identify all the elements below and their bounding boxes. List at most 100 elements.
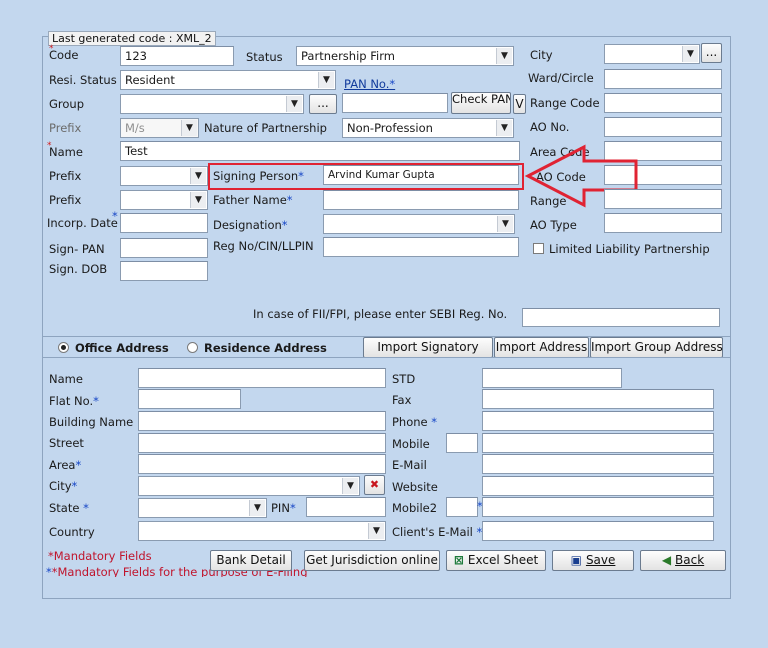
chevron-down-icon: ▼ — [249, 500, 265, 516]
flat-no-label: Flat No.* — [49, 394, 99, 408]
building-name-label: Building Name — [49, 415, 134, 429]
pan-label[interactable]: PAN No.* — [344, 77, 395, 91]
verify-pan-button[interactable]: V — [513, 94, 526, 114]
country-label: Country — [49, 525, 95, 539]
father-prefix-select[interactable]: ▼ — [120, 190, 208, 210]
phone-label: Phone * — [392, 415, 437, 429]
range-input[interactable] — [604, 189, 722, 209]
mobile2-code-input[interactable] — [446, 497, 478, 517]
flat-no-input[interactable] — [138, 389, 241, 409]
bank-detail-button[interactable]: Bank Detail — [210, 550, 292, 571]
range-label: Range — [530, 194, 567, 208]
ward-circle-label: Ward/Circle — [528, 71, 594, 85]
addr-name-label: Name — [49, 372, 83, 386]
range-code-input[interactable] — [604, 93, 722, 113]
chevron-down-icon: ▼ — [496, 120, 512, 136]
designation-label-text: Designation — [213, 218, 282, 232]
sebi-input[interactable] — [522, 308, 720, 327]
mobile-input[interactable] — [482, 433, 714, 453]
building-name-input[interactable] — [138, 411, 386, 431]
office-address-label[interactable]: Office Address — [75, 341, 169, 355]
client-email-input[interactable] — [482, 521, 714, 541]
reg-no-input[interactable] — [323, 237, 519, 257]
residence-address-radio[interactable] — [187, 342, 198, 353]
required-marker: * — [93, 394, 99, 408]
city-browse-button[interactable]: ... — [701, 43, 722, 63]
signing-prefix-select[interactable]: ▼ — [120, 166, 208, 186]
sign-pan-label: Sign- PAN — [49, 242, 105, 256]
prefix-select[interactable]: M/s ▼ — [120, 118, 199, 138]
area-label: Area* — [49, 458, 81, 472]
area-input[interactable] — [138, 454, 386, 474]
client-email-label: Client's E-Mail * — [392, 525, 482, 539]
mobile2-input[interactable] — [482, 497, 714, 517]
state-select[interactable]: ▼ — [138, 498, 267, 518]
status-select-value: Partnership Firm — [301, 49, 395, 63]
ao-type-input[interactable] — [604, 213, 722, 233]
country-select[interactable]: ▼ — [138, 521, 386, 541]
addr-city-select[interactable]: ▼ — [138, 476, 360, 496]
name-input[interactable]: Test — [120, 141, 520, 161]
nature-of-partnership-select[interactable]: Non-Profession ▼ — [342, 118, 514, 138]
clear-city-button[interactable]: ✖ — [364, 475, 385, 495]
import-signatory-button[interactable]: Import Signatory — [363, 337, 493, 358]
status-select[interactable]: Partnership Firm ▼ — [296, 46, 514, 66]
ao-no-input[interactable] — [604, 117, 722, 137]
save-button[interactable]: ▣ Save — [552, 550, 634, 571]
father-name-input[interactable] — [323, 190, 519, 210]
pin-label: PIN* — [271, 501, 296, 515]
efiling-required-marker: * — [389, 77, 396, 91]
import-address-button[interactable]: Import Address — [494, 337, 589, 358]
designation-select[interactable]: ▼ — [323, 214, 515, 234]
std-input[interactable] — [482, 368, 622, 388]
code-input[interactable]: 123 — [120, 46, 234, 66]
llp-checkbox[interactable] — [533, 243, 544, 254]
ao-no-label: AO No. — [530, 120, 570, 134]
close-icon: ✖ — [369, 478, 380, 491]
prefix-label-2: Prefix — [49, 169, 82, 183]
father-name-label-text: Father Name — [213, 193, 287, 207]
import-group-address-button[interactable]: Import Group Address — [590, 337, 723, 358]
group-label: Group — [49, 97, 85, 111]
check-pan-button[interactable]: Check PAN — [451, 92, 511, 114]
excel-sheet-button[interactable]: ⊠ Excel Sheet — [446, 550, 546, 571]
ward-circle-input[interactable] — [604, 69, 722, 89]
chevron-down-icon: ▼ — [682, 46, 698, 62]
designation-label: Designation* — [213, 218, 288, 232]
divider — [43, 357, 730, 358]
resi-status-select[interactable]: Resident ▼ — [120, 70, 336, 90]
email-input[interactable] — [482, 454, 714, 474]
pin-input[interactable] — [306, 497, 386, 517]
fax-input[interactable] — [482, 389, 714, 409]
addr-name-input[interactable] — [138, 368, 386, 388]
back-label: Back — [675, 553, 705, 567]
floppy-disk-icon: ▣ — [570, 553, 582, 567]
back-button[interactable]: ◀ Back — [640, 550, 726, 571]
pan-input[interactable] — [342, 93, 448, 113]
office-address-radio[interactable] — [58, 342, 69, 353]
sign-pan-input[interactable] — [120, 238, 208, 258]
group-select[interactable]: ▼ — [120, 94, 304, 114]
resi-status-value: Resident — [125, 73, 175, 87]
required-marker: * — [281, 218, 288, 232]
website-input[interactable] — [482, 476, 714, 496]
get-jurisdiction-button[interactable]: Get Jurisdiction online — [304, 550, 440, 571]
required-marker: * — [71, 479, 78, 493]
residence-address-label[interactable]: Residence Address — [204, 341, 327, 355]
prefix-label-3: Prefix — [49, 193, 82, 207]
state-label: State * — [49, 501, 89, 515]
website-label: Website — [392, 480, 438, 494]
mobile-code-input[interactable] — [446, 433, 478, 453]
city-select[interactable]: ▼ — [604, 44, 700, 64]
sign-dob-input[interactable] — [120, 261, 208, 281]
phone-input[interactable] — [482, 411, 714, 431]
chevron-down-icon: ▼ — [497, 216, 513, 232]
required-marker: * — [112, 209, 118, 223]
addr-city-label: City* — [49, 479, 77, 493]
street-input[interactable] — [138, 433, 386, 453]
mobile-label: Mobile — [392, 437, 430, 451]
mandatory-fields-note: *Mandatory Fields — [48, 549, 152, 563]
chevron-down-icon: ▼ — [190, 192, 206, 208]
incorp-date-input[interactable] — [120, 213, 208, 233]
group-browse-button[interactable]: ... — [309, 94, 337, 114]
